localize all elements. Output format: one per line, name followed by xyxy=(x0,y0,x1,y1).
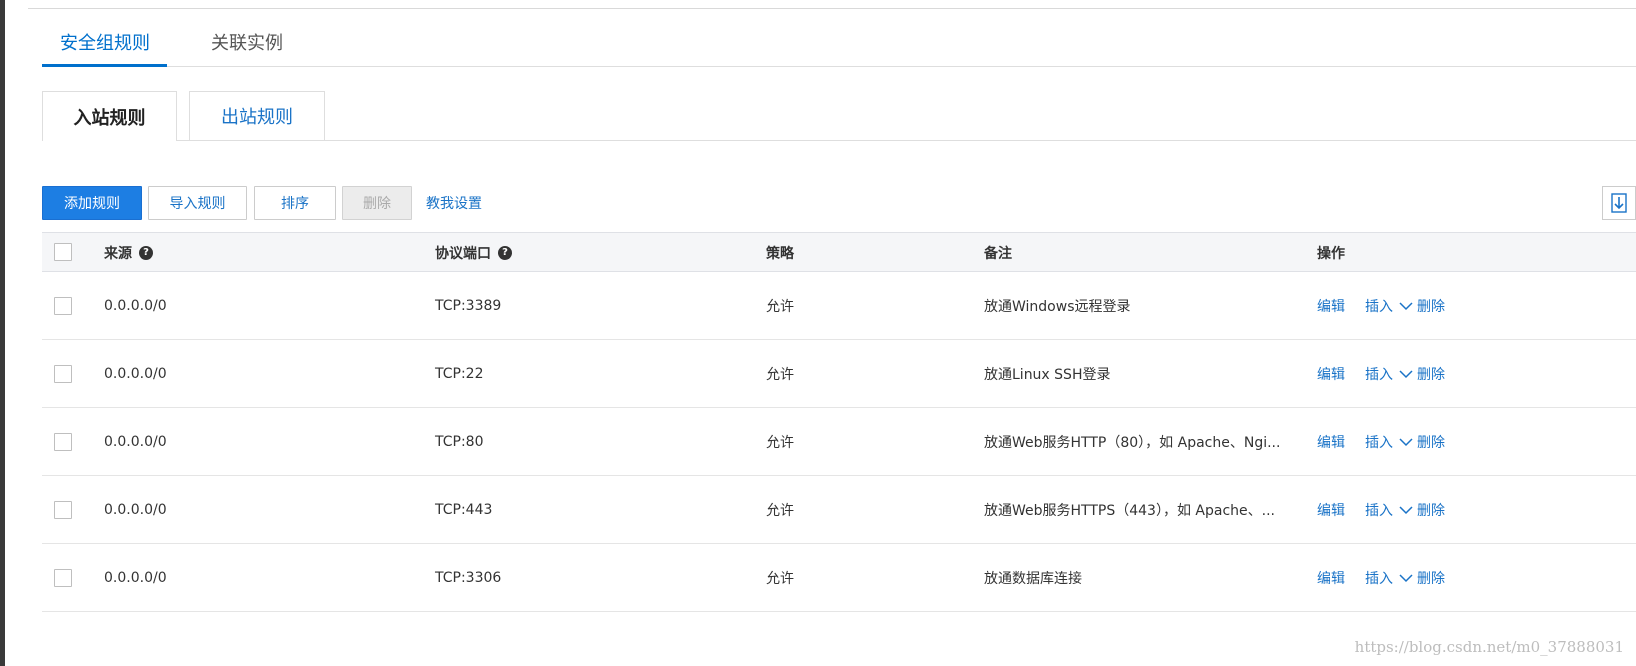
table-row: 0.0.0.0/0 TCP:80 允许 放通Web服务HTTP（80），如 Ap… xyxy=(42,408,1636,476)
row-checkbox[interactable] xyxy=(54,296,72,315)
window-edge xyxy=(0,0,5,666)
table-header: 来源 ? 协议端口 ? 策略 备注 操作 xyxy=(42,232,1636,272)
cell-source: 0.0.0.0/0 xyxy=(104,569,167,586)
import-rule-button[interactable]: 导入规则 xyxy=(148,186,247,220)
cell-ops: 编辑 插入 删除 xyxy=(1317,544,1445,611)
cell-port: TCP:80 xyxy=(435,433,484,450)
help-icon[interactable]: ? xyxy=(498,245,512,260)
delete-link[interactable]: 删除 xyxy=(1417,364,1445,384)
header-note: 备注 xyxy=(984,245,1012,262)
cell-ops: 编辑 插入 删除 xyxy=(1317,340,1445,407)
cell-port: TCP:3306 xyxy=(435,569,502,586)
header-source-label: 来源 xyxy=(104,245,132,262)
primary-tabs: 安全组规则 关联实例 xyxy=(42,9,1636,67)
cell-policy: 允许 xyxy=(766,366,794,383)
insert-dropdown[interactable]: 插入 xyxy=(1365,364,1413,384)
insert-link[interactable]: 插入 xyxy=(1365,296,1393,316)
help-icon[interactable]: ? xyxy=(139,245,153,260)
insert-dropdown[interactable]: 插入 xyxy=(1365,296,1413,316)
edit-link[interactable]: 编辑 xyxy=(1317,364,1345,384)
table-row: 0.0.0.0/0 TCP:3389 允许 放通Windows远程登录 编辑 插… xyxy=(42,272,1636,340)
sort-button[interactable]: 排序 xyxy=(254,186,336,220)
toolbar: 添加规则 导入规则 排序 删除 教我设置 xyxy=(42,186,1636,220)
rule-direction-tabs: 入站规则 出站规则 xyxy=(42,91,1636,141)
delete-link[interactable]: 删除 xyxy=(1417,296,1445,316)
insert-dropdown[interactable]: 插入 xyxy=(1365,568,1413,588)
cell-source: 0.0.0.0/0 xyxy=(104,365,167,382)
cell-port: TCP:443 xyxy=(435,501,493,518)
tab-security-group-rules[interactable]: 安全组规则 xyxy=(60,29,150,55)
row-checkbox[interactable] xyxy=(54,568,72,587)
teach-me-link[interactable]: 教我设置 xyxy=(426,193,482,213)
active-tab-indicator xyxy=(42,64,167,67)
export-button[interactable] xyxy=(1602,186,1636,220)
cell-ops: 编辑 插入 删除 xyxy=(1317,476,1445,543)
cell-source: 0.0.0.0/0 xyxy=(104,433,167,450)
header-policy: 策略 xyxy=(766,245,794,262)
insert-link[interactable]: 插入 xyxy=(1365,432,1393,452)
select-all-checkbox[interactable] xyxy=(54,243,72,261)
delete-link[interactable]: 删除 xyxy=(1417,568,1445,588)
cell-ops: 编辑 插入 删除 xyxy=(1317,272,1445,339)
add-rule-button[interactable]: 添加规则 xyxy=(42,186,142,220)
table-row: 0.0.0.0/0 TCP:443 允许 放通Web服务HTTPS（443），如… xyxy=(42,476,1636,544)
insert-link[interactable]: 插入 xyxy=(1365,364,1393,384)
cell-policy: 允许 xyxy=(766,434,794,451)
cell-note: 放通Web服务HTTPS（443），如 Apache、... xyxy=(984,502,1275,519)
cell-note: 放通Windows远程登录 xyxy=(984,298,1131,315)
chevron-down-icon xyxy=(1399,573,1413,582)
cell-note: 放通数据库连接 xyxy=(984,570,1082,587)
header-port-label: 协议端口 xyxy=(435,245,491,262)
cell-policy: 允许 xyxy=(766,298,794,315)
edit-link[interactable]: 编辑 xyxy=(1317,296,1345,316)
header-port: 协议端口 ? xyxy=(435,233,512,272)
insert-link[interactable]: 插入 xyxy=(1365,568,1393,588)
cell-policy: 允许 xyxy=(766,502,794,519)
cell-port: TCP:22 xyxy=(435,365,484,382)
insert-dropdown[interactable]: 插入 xyxy=(1365,500,1413,520)
chevron-down-icon xyxy=(1399,301,1413,310)
row-checkbox[interactable] xyxy=(54,500,72,519)
cell-ops: 编辑 插入 删除 xyxy=(1317,408,1445,475)
chevron-down-icon xyxy=(1399,437,1413,446)
cell-note: 放通Web服务HTTP（80），如 Apache、Ngi... xyxy=(984,434,1281,451)
cell-policy: 允许 xyxy=(766,570,794,587)
delete-link[interactable]: 删除 xyxy=(1417,500,1445,520)
edit-link[interactable]: 编辑 xyxy=(1317,500,1345,520)
rules-table: 来源 ? 协议端口 ? 策略 备注 操作 0.0.0.0/0 TCP:3389 … xyxy=(42,232,1636,612)
tab-inbound-rules[interactable]: 入站规则 xyxy=(42,91,177,141)
insert-link[interactable]: 插入 xyxy=(1365,500,1393,520)
header-ops: 操作 xyxy=(1317,245,1345,262)
cell-source: 0.0.0.0/0 xyxy=(104,297,167,314)
delete-button: 删除 xyxy=(342,186,412,220)
chevron-down-icon xyxy=(1399,505,1413,514)
watermark: https://blog.csdn.net/m0_37888031 xyxy=(1354,638,1624,656)
cell-port: TCP:3389 xyxy=(435,297,502,314)
chevron-down-icon xyxy=(1399,369,1413,378)
tab-outbound-rules[interactable]: 出站规则 xyxy=(189,91,325,140)
download-icon xyxy=(1611,193,1627,213)
table-row: 0.0.0.0/0 TCP:22 允许 放通Linux SSH登录 编辑 插入 … xyxy=(42,340,1636,408)
edit-link[interactable]: 编辑 xyxy=(1317,568,1345,588)
row-checkbox[interactable] xyxy=(54,364,72,383)
row-checkbox[interactable] xyxy=(54,432,72,451)
cell-source: 0.0.0.0/0 xyxy=(104,501,167,518)
edit-link[interactable]: 编辑 xyxy=(1317,432,1345,452)
header-source: 来源 ? xyxy=(104,233,153,272)
table-row: 0.0.0.0/0 TCP:3306 允许 放通数据库连接 编辑 插入 删除 xyxy=(42,544,1636,612)
cell-note: 放通Linux SSH登录 xyxy=(984,366,1111,383)
insert-dropdown[interactable]: 插入 xyxy=(1365,432,1413,452)
tab-associated-instances[interactable]: 关联实例 xyxy=(211,29,283,55)
delete-link[interactable]: 删除 xyxy=(1417,432,1445,452)
